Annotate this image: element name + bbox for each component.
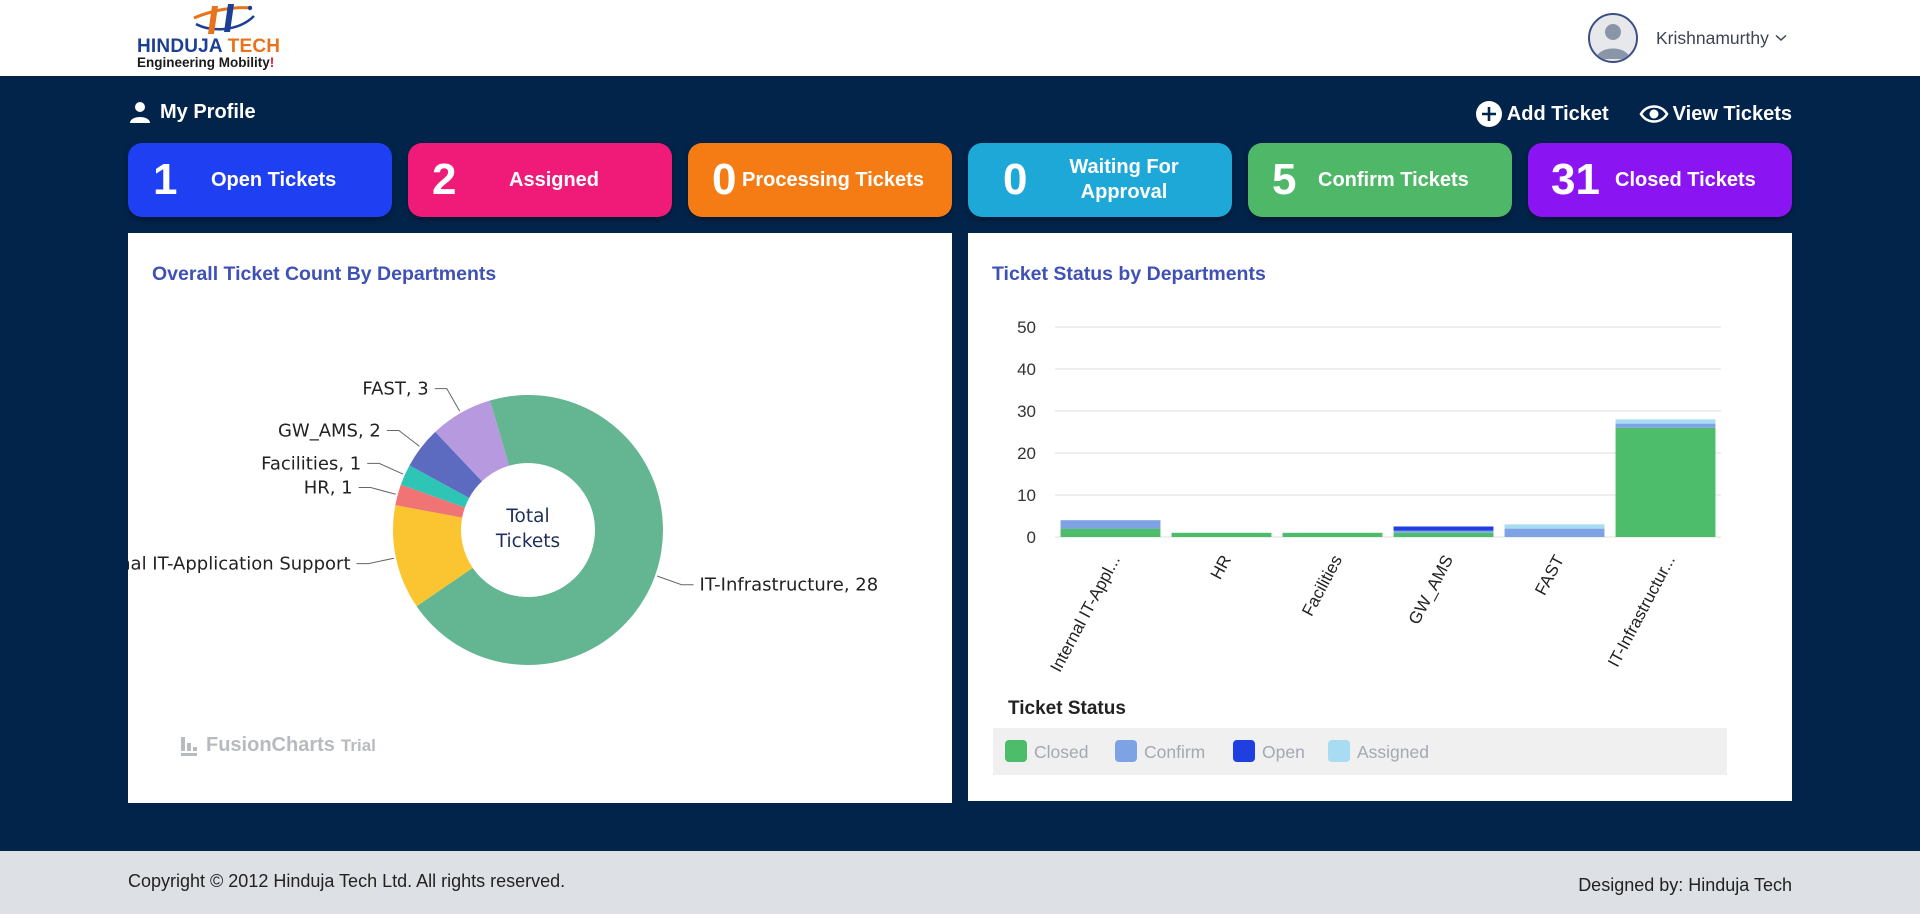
user-name: Krishnamurthy [1656,27,1769,48]
fusioncharts-watermark: FusionCharts Trial [180,734,376,757]
x-category-label: Facilities [1298,552,1346,619]
legend-label-open[interactable]: Open [1262,742,1305,762]
legend-label-assigned[interactable]: Assigned [1357,742,1429,762]
bar-segment-closed-hr[interactable] [1171,532,1272,537]
donut-center-label: Total [505,506,549,527]
user-silhouette-icon [1596,24,1630,59]
donut-leader-line [358,487,396,495]
bar-segment-confirm-internal-it-appl[interactable] [1060,520,1161,529]
assigned-count: 2 [432,155,457,204]
processing-tickets-label: Processing Tickets [742,168,924,191]
avatar [1588,13,1638,63]
donut-leader-line [356,557,395,565]
logo-h-mark-icon [193,4,255,34]
eye-icon [1639,105,1669,123]
designed-by-text: Designed by: Hinduja Tech [1578,875,1792,895]
processing-tickets-count: 0 [712,155,737,204]
donut-leader-line [434,388,461,412]
x-category-label: HR [1207,552,1235,583]
donut-slice-label: IT-Infrastructure, 28 [700,575,879,596]
footer: Copyright © 2012 Hinduja Tech Ltd. All r… [0,851,1920,914]
bar-segment-closed-gw-ams[interactable] [1393,532,1494,537]
legend-swatch-open[interactable] [1233,740,1255,762]
view-tickets-link[interactable]: View Tickets [1639,102,1792,126]
waiting-for-approval-count: 0 [1003,155,1028,204]
donut-slice-label: Internal IT-Application Support [128,554,350,575]
bar-segment-open-gw-ams[interactable] [1393,526,1494,531]
watermark-text: FusionCharts [206,734,335,756]
bar-segment-confirm-it-infrastructur[interactable] [1615,423,1716,428]
view-tickets-label: View Tickets [1672,102,1792,125]
x-category-label: IT-Infrastructur... [1604,552,1679,670]
y-tick-label: 40 [1017,360,1036,379]
processing-tickets-card[interactable]: 0 Processing Tickets [688,143,952,217]
donut-leader-line [386,430,420,447]
legend-title: Ticket Status [1008,698,1126,719]
open-tickets-count: 1 [153,155,178,204]
y-tick-label: 50 [1017,318,1036,337]
donut-slice-label: Facilities, 1 [261,453,361,474]
user-icon [130,102,150,123]
confirm-tickets-label: Confirm Tickets [1318,168,1469,191]
add-ticket-link[interactable]: Add Ticket [1475,100,1609,128]
donut-center-label: Tickets [495,531,560,552]
legend-swatch-closed[interactable] [1005,740,1027,762]
legend-swatch-confirm[interactable] [1115,740,1137,762]
open-tickets-card[interactable]: 1 Open Tickets [128,143,392,217]
x-category-label: FAST [1531,552,1568,598]
my-profile-link[interactable]: My Profile [128,100,256,124]
nav-row: My Profile Add Ticket View Tickets [128,98,1792,132]
status-cards: 1 Open Tickets 2 Assigned 0 Processing T… [128,143,1793,217]
top-header: HINDUJA TECH Engineering Mobility! Krish… [0,0,1920,76]
watermark-suffix: Trial [340,735,376,755]
plus-circle-icon [1475,101,1502,127]
closed-tickets-count: 31 [1551,155,1600,204]
x-category-label: GW_AMS [1405,552,1457,628]
bar-segment-closed-it-infrastructur[interactable] [1615,427,1716,537]
waiting-for-approval-label: Waiting For Approval [1069,156,1179,203]
donut-leader-line [367,462,404,475]
legend-swatch-assigned[interactable] [1328,740,1350,762]
fusioncharts-logo-icon [181,736,197,756]
logo-tagline: Engineering Mobility! [137,55,275,70]
donut-slice-label: HR, 1 [304,478,353,499]
bar-segment-assigned-it-infrastructur[interactable] [1615,419,1716,424]
y-tick-label: 10 [1017,486,1036,505]
add-ticket-label: Add Ticket [1506,102,1609,125]
donut-slice-label: FAST, 3 [362,379,428,400]
y-tick-label: 0 [1027,528,1036,547]
department-count-panel: Overall Ticket Count By Departments IT-I… [128,233,952,803]
confirm-tickets-card[interactable]: 5 Confirm Tickets [1248,143,1512,217]
chevron-down-icon[interactable] [1775,34,1787,42]
copyright-text: Copyright © 2012 Hinduja Tech Ltd. All r… [128,871,566,891]
legend-label-closed[interactable]: Closed [1034,742,1088,762]
assigned-label: Assigned [509,168,600,191]
donut-slice-label: GW_AMS, 2 [278,421,381,442]
bar-segment-closed-facilities[interactable] [1282,532,1383,537]
assigned-card[interactable]: 2 Assigned [408,143,672,217]
confirm-tickets-count: 5 [1272,155,1297,204]
donut-leader-line [656,575,694,586]
stacked-bar-chart: 0 10 20 30 40 50 Internal IT-Appl... HR Faciliti… [993,318,1727,775]
hinduja-tech-logo[interactable]: HINDUJA TECH Engineering Mobility! [136,2,316,72]
bar-segment-confirm-gw-ams[interactable] [1393,530,1494,533]
waiting-for-approval-card[interactable]: 0 Waiting For Approval [968,143,1232,217]
status-by-department-panel: Ticket Status by Departments 0 10 20 30 40 50… [968,233,1792,801]
closed-tickets-card[interactable]: 31 Closed Tickets [1528,143,1792,217]
bar-segment-assigned-fast[interactable] [1504,524,1605,529]
bar-segment-closed-internal-it-appl[interactable] [1060,528,1161,537]
open-tickets-label: Open Tickets [211,168,337,191]
x-category-label: Internal IT-Appl... [1046,552,1124,675]
user-menu[interactable]: Krishnamurthy [1588,11,1787,65]
my-profile-label: My Profile [160,100,256,123]
donut-chart: IT-Infrastructure, 28 Internal IT-Applica… [128,379,879,665]
legend-label-confirm[interactable]: Confirm [1144,742,1205,762]
closed-tickets-label: Closed Tickets [1615,168,1756,191]
y-tick-label: 20 [1017,444,1036,463]
y-tick-label: 30 [1017,402,1036,421]
bar-segment-confirm-fast[interactable] [1504,528,1605,537]
